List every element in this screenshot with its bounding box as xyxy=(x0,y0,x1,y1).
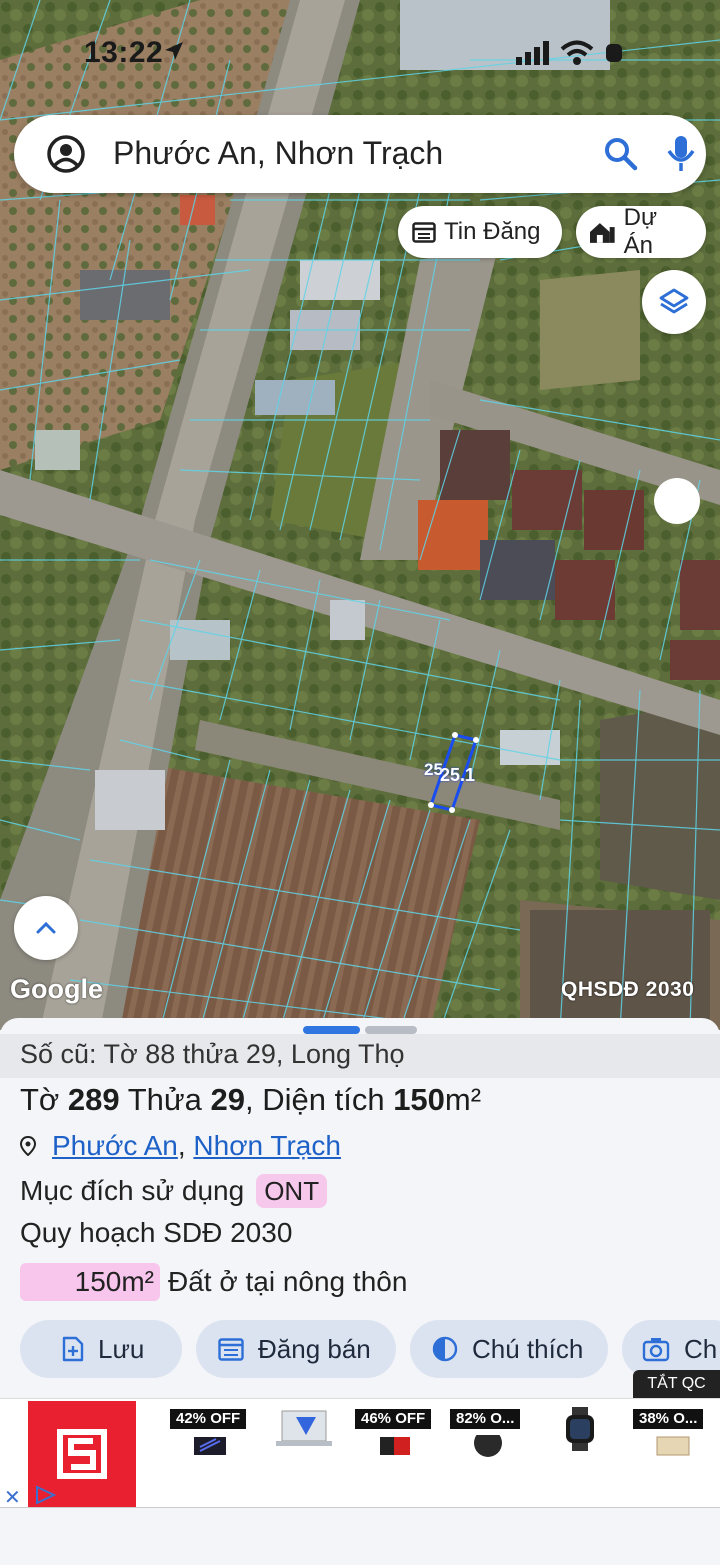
sheet-handle[interactable] xyxy=(365,1026,417,1034)
satellite-map[interactable]: 25 25.1 13:22 Phước An, Nhơn Trạch Tin Đ… xyxy=(0,0,720,1030)
action-buttons: Lưu Đăng bán Chú thích Ch xyxy=(0,1320,720,1378)
district-link[interactable]: Nhơn Trạch xyxy=(193,1130,341,1162)
plan-area-row: 150m² Đất ở tại nông thôn xyxy=(20,1263,407,1301)
plan-land-type: Đất ở tại nông thôn xyxy=(168,1266,408,1297)
battery-icon xyxy=(606,44,622,62)
plan-area-badge: 150m² xyxy=(20,1263,160,1301)
listing-chip[interactable]: Tin Đăng xyxy=(398,206,562,258)
search-query[interactable]: Phước An, Nhơn Trạch xyxy=(113,135,443,172)
product-image[interactable] xyxy=(470,1435,506,1457)
ad-close-icon[interactable]: ✕ xyxy=(4,1485,21,1510)
product-image[interactable] xyxy=(192,1435,228,1457)
save-button[interactable]: Lưu xyxy=(20,1320,182,1378)
listing-chip-label: Tin Đăng xyxy=(444,218,541,245)
post-sale-label: Đăng bán xyxy=(258,1333,371,1364)
wifi-icon xyxy=(560,40,594,65)
calendar-list-icon xyxy=(218,1338,244,1361)
photo-label: Ch xyxy=(684,1333,718,1364)
plan-title: Quy hoạch SDĐ 2030 xyxy=(20,1217,293,1248)
plot-word: Thửa xyxy=(127,1082,202,1117)
location-arrow-icon xyxy=(165,42,183,60)
status-bar: 13:22 xyxy=(0,30,720,76)
product-image[interactable] xyxy=(655,1435,691,1457)
location-pin-icon xyxy=(20,1136,36,1156)
project-chip[interactable]: Dự Án xyxy=(576,204,706,259)
sheet-word: Tờ xyxy=(20,1082,60,1117)
account-icon[interactable] xyxy=(46,134,86,174)
sheet-number: 289 xyxy=(67,1082,120,1117)
signal-icon xyxy=(516,41,549,65)
post-sale-button[interactable]: Đăng bán xyxy=(196,1320,396,1378)
deal-badge: 82% O... xyxy=(450,1409,521,1429)
purpose-code-badge: ONT xyxy=(256,1174,328,1208)
ward-link[interactable]: Phước An xyxy=(52,1130,178,1162)
deal-badge: 42% OFF xyxy=(170,1409,247,1429)
legend-button[interactable]: Chú thích xyxy=(410,1320,608,1378)
ad-banner[interactable]: ✕ 42% OFF 46% OFF 82% O... 38% O... xyxy=(0,1398,720,1510)
brand-s-logo-icon xyxy=(57,1429,107,1479)
save-label: Lưu xyxy=(98,1333,145,1364)
search-bar[interactable]: Phước An, Nhơn Trạch xyxy=(14,115,706,193)
legend-label: Chú thích xyxy=(472,1333,584,1364)
parcel-number-label-selected[interactable]: 25.1 xyxy=(440,765,475,786)
status-time: 13:22 xyxy=(84,36,164,69)
camera-icon xyxy=(642,1338,670,1362)
product-image[interactable] xyxy=(276,1409,332,1449)
purpose-label: Mục đích sử dụng xyxy=(20,1175,245,1206)
expand-up-button[interactable] xyxy=(14,896,78,960)
deal-badge: 46% OFF xyxy=(355,1409,432,1429)
location-line: Phước An , Nhơn Trạch xyxy=(20,1130,341,1162)
status-icons xyxy=(516,40,624,66)
sheet-handle-active[interactable] xyxy=(303,1026,360,1034)
calendar-list-icon xyxy=(412,222,436,243)
parcel-summary: Tờ 289 Thửa 29, Diện tích 150m² xyxy=(20,1082,482,1117)
plot-number: 29 xyxy=(210,1082,245,1117)
layers-button[interactable] xyxy=(642,270,706,334)
product-image[interactable] xyxy=(378,1435,412,1457)
contrast-icon xyxy=(432,1336,458,1362)
product-image[interactable] xyxy=(562,1407,598,1451)
google-logo: Google xyxy=(10,974,103,1004)
area-unit: m² xyxy=(444,1082,482,1117)
layers-icon xyxy=(659,288,689,314)
deal-badge: 38% O... xyxy=(633,1409,704,1429)
parcel-info-sheet[interactable]: Số cũ: Tờ 88 thửa 29, Long Thọ Tờ 289 Th… xyxy=(0,1018,720,1400)
building-icon xyxy=(590,223,615,243)
project-chip-label: Dự Án xyxy=(623,204,658,259)
old-reference: Số cũ: Tờ 88 thửa 29, Long Thọ xyxy=(0,1034,720,1078)
area-value: 150 xyxy=(393,1082,445,1117)
plan-layer-label: QHSDĐ 2030 xyxy=(561,978,695,1001)
map-drag-handle[interactable] xyxy=(654,478,700,524)
ad-choices-icon[interactable] xyxy=(34,1485,56,1505)
search-icon[interactable] xyxy=(604,137,638,171)
bottom-safe-area xyxy=(0,1508,720,1565)
add-file-icon xyxy=(62,1336,84,1362)
area-word: Diện tích xyxy=(262,1082,385,1117)
hide-ads-button[interactable]: TẮT QC xyxy=(633,1370,720,1398)
chevron-up-icon xyxy=(36,921,56,934)
microphone-icon[interactable] xyxy=(666,135,696,173)
land-use-purpose: Mục đích sử dụng ONT xyxy=(20,1174,328,1208)
